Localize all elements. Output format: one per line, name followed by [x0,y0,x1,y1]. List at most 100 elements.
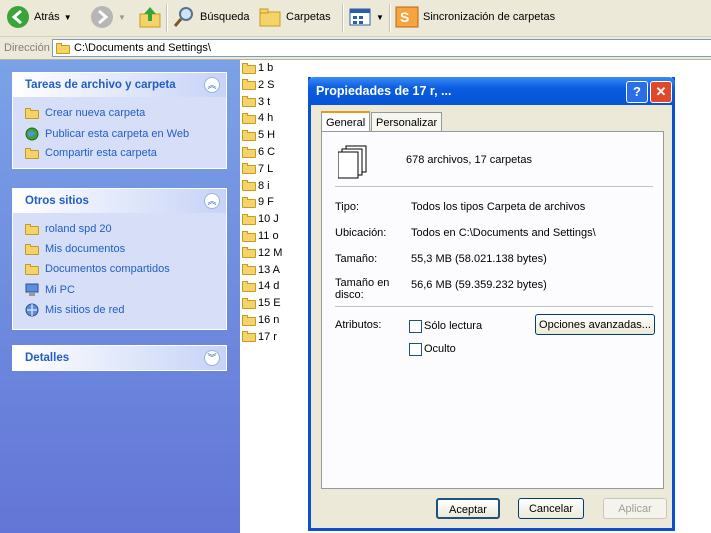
folder-name: 16 n [258,314,280,326]
type-label: Tipo: [335,201,360,213]
tab-personalizar[interactable]: Personalizar [371,112,443,133]
search-icon [173,7,193,27]
place-label: Mis sitios de red [45,304,125,316]
cancel-button[interactable]: Cancelar [518,498,584,519]
place-network[interactable]: Mis sitios de red [25,303,124,317]
folder-item[interactable]: 2 S [242,79,275,91]
address-input[interactable]: C:\Documents and Settings\ [52,39,711,57]
location-label: Ubicación: [335,227,387,239]
help-button[interactable]: ? [626,81,648,103]
toolbar-separator [342,4,344,32]
folder-item[interactable]: 11 o [242,230,279,242]
folder-name: 14 d [258,280,280,293]
folder-item[interactable]: 7 L [242,163,273,175]
folder-name: 17 r [258,330,277,343]
folder-item[interactable]: 14 d [242,280,279,292]
folders-icon [259,8,281,27]
hidden-checkbox[interactable] [409,343,422,356]
multiple-files-icon [338,145,367,179]
disk-size-label-1: Tamaño en [335,277,390,289]
button-label: Aplicar [618,503,652,515]
folder-name: 10 J [258,213,279,226]
advanced-options-button[interactable]: Opciones avanzadas... [535,314,655,335]
place-label: Mi PC [45,284,75,296]
folder-item[interactable]: 6 C [242,146,275,158]
folder-item[interactable]: 12 M [242,247,282,259]
type-value: Todos los tipos Carpeta de archivos [411,201,586,213]
folder-icon [242,129,256,141]
folder-item[interactable]: 9 F [242,196,274,208]
readonly-checkbox[interactable] [409,320,422,333]
panel-title: Otros sitios [25,195,89,207]
folder-icon [56,42,70,54]
shared-folder-icon [25,263,39,275]
folder-icon [242,297,256,309]
folder-item[interactable]: 8 i [242,180,270,192]
task-label: Compartir esta carpeta [45,147,157,159]
close-button[interactable]: ✕ [650,81,672,103]
collapse-chevron-icon[interactable]: ︽ [204,77,220,93]
folder-name: 13 A [258,263,281,276]
globe-icon [25,127,39,141]
folder-item[interactable]: 10 J [242,213,279,225]
search-button[interactable]: Búsqueda [172,4,250,30]
panel-header[interactable]: Otros sitios ︽ [13,189,226,213]
task-publish-web[interactable]: Publicar esta carpeta en Web [25,127,189,141]
forward-dropdown-icon[interactable]: ▼ [118,13,126,22]
disk-size-label-2: disco: [335,289,364,301]
task-label: Crear nueva carpeta [45,107,146,119]
general-tab-panel: 678 archivos, 17 carpetas Tipo: Todos lo… [321,131,664,489]
disk-size-value: 56,6 MB (59.359.232 bytes) [411,279,547,291]
place-my-pc[interactable]: Mi PC [25,283,75,297]
address-label: Dirección [4,42,50,54]
panel-header[interactable]: Tareas de archivo y carpeta ︽ [13,73,226,97]
folder-icon [25,223,39,235]
button-label: Aceptar [449,504,487,516]
panel-header[interactable]: Detalles ︾ [13,346,226,370]
folder-name: 15 E [258,297,281,310]
toolbar: Atrás ▼ ▼ Búsqueda Carpetas ▼ S Sincroni… [0,0,711,37]
folders-button[interactable]: Carpetas [258,4,331,30]
task-share-folder[interactable]: Compartir esta carpeta [25,147,157,159]
ok-button[interactable]: Aceptar [436,498,500,519]
folder-name: 7 L [258,162,274,175]
back-button[interactable]: Atrás ▼ [6,4,72,30]
place-shared-documents[interactable]: Documentos compartidos [25,263,170,275]
place-my-documents[interactable]: Mis documentos [25,243,125,255]
task-new-folder[interactable]: Crear nueva carpeta [25,107,145,119]
views-dropdown-icon[interactable]: ▼ [376,13,384,22]
hidden-label: Oculto [424,343,456,355]
folder-item[interactable]: 4 h [242,112,273,124]
details-panel: Detalles ︾ [12,345,227,371]
folder-item[interactable]: 3 t [242,96,270,108]
divider [335,186,653,188]
folder-item[interactable]: 5 H [242,129,275,141]
readonly-label: Sólo lectura [424,320,483,332]
folder-item[interactable]: 16 n [242,314,279,326]
up-folder-button[interactable] [138,4,162,30]
search-label: Búsqueda [200,11,250,23]
folder-item[interactable]: 17 r [242,331,277,343]
sync-button[interactable]: S Sincronización de carpetas [395,4,555,30]
forward-button[interactable]: ▼ [90,4,126,30]
folder-item[interactable]: 13 A [242,264,280,276]
panel-title: Detalles [25,352,70,364]
folder-icon [242,196,256,208]
collapse-chevron-icon[interactable]: ︽ [204,193,220,209]
folder-icon [242,264,256,276]
dialog-titlebar[interactable]: Propiedades de 17 r, ... ? ✕ [308,77,675,105]
tab-label: Personalizar [376,117,438,129]
apply-button[interactable]: Aplicar [603,498,667,519]
other-places-panel: Otros sitios ︽ roland spd 20 Mis documen… [12,188,227,330]
folders-label: Carpetas [286,11,331,23]
folder-item[interactable]: 15 E [242,297,281,309]
back-dropdown-icon[interactable]: ▼ [64,13,72,22]
expand-chevron-icon[interactable]: ︾ [204,350,220,366]
folder-item[interactable]: 1 b [242,62,273,74]
computer-icon [25,283,39,296]
address-path: C:\Documents and Settings\ [74,42,211,54]
views-button[interactable]: ▼ [348,4,384,30]
place-roland[interactable]: roland spd 20 [25,223,112,235]
forward-arrow-icon [91,6,113,28]
folder-icon [242,112,256,124]
